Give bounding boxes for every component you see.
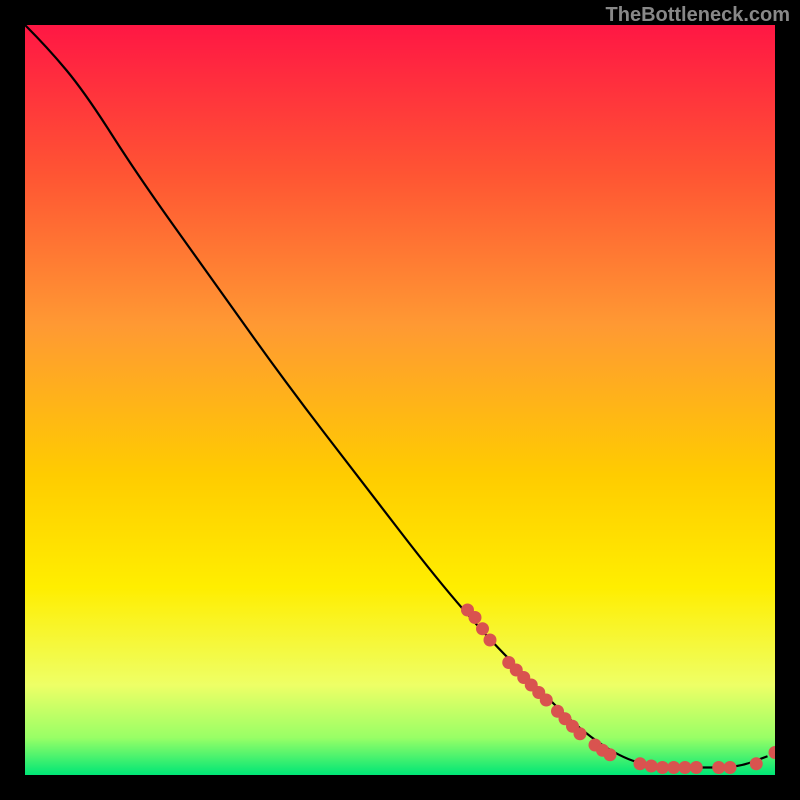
data-marker <box>690 761 703 774</box>
data-marker <box>750 757 763 770</box>
data-marker <box>476 622 489 635</box>
data-marker <box>484 634 497 647</box>
data-marker <box>469 611 482 624</box>
data-marker <box>712 761 725 774</box>
data-marker <box>656 761 669 774</box>
chart-container: TheBottleneck.com <box>0 0 800 800</box>
data-marker <box>574 727 587 740</box>
chart-svg <box>25 25 775 775</box>
data-marker <box>645 760 658 773</box>
data-marker <box>634 757 647 770</box>
gradient-background <box>25 25 775 775</box>
data-marker <box>540 694 553 707</box>
plot-area <box>25 25 775 775</box>
data-marker <box>724 761 737 774</box>
data-marker <box>679 761 692 774</box>
data-marker <box>604 748 617 761</box>
data-marker <box>667 761 680 774</box>
watermark-text: TheBottleneck.com <box>606 4 790 27</box>
